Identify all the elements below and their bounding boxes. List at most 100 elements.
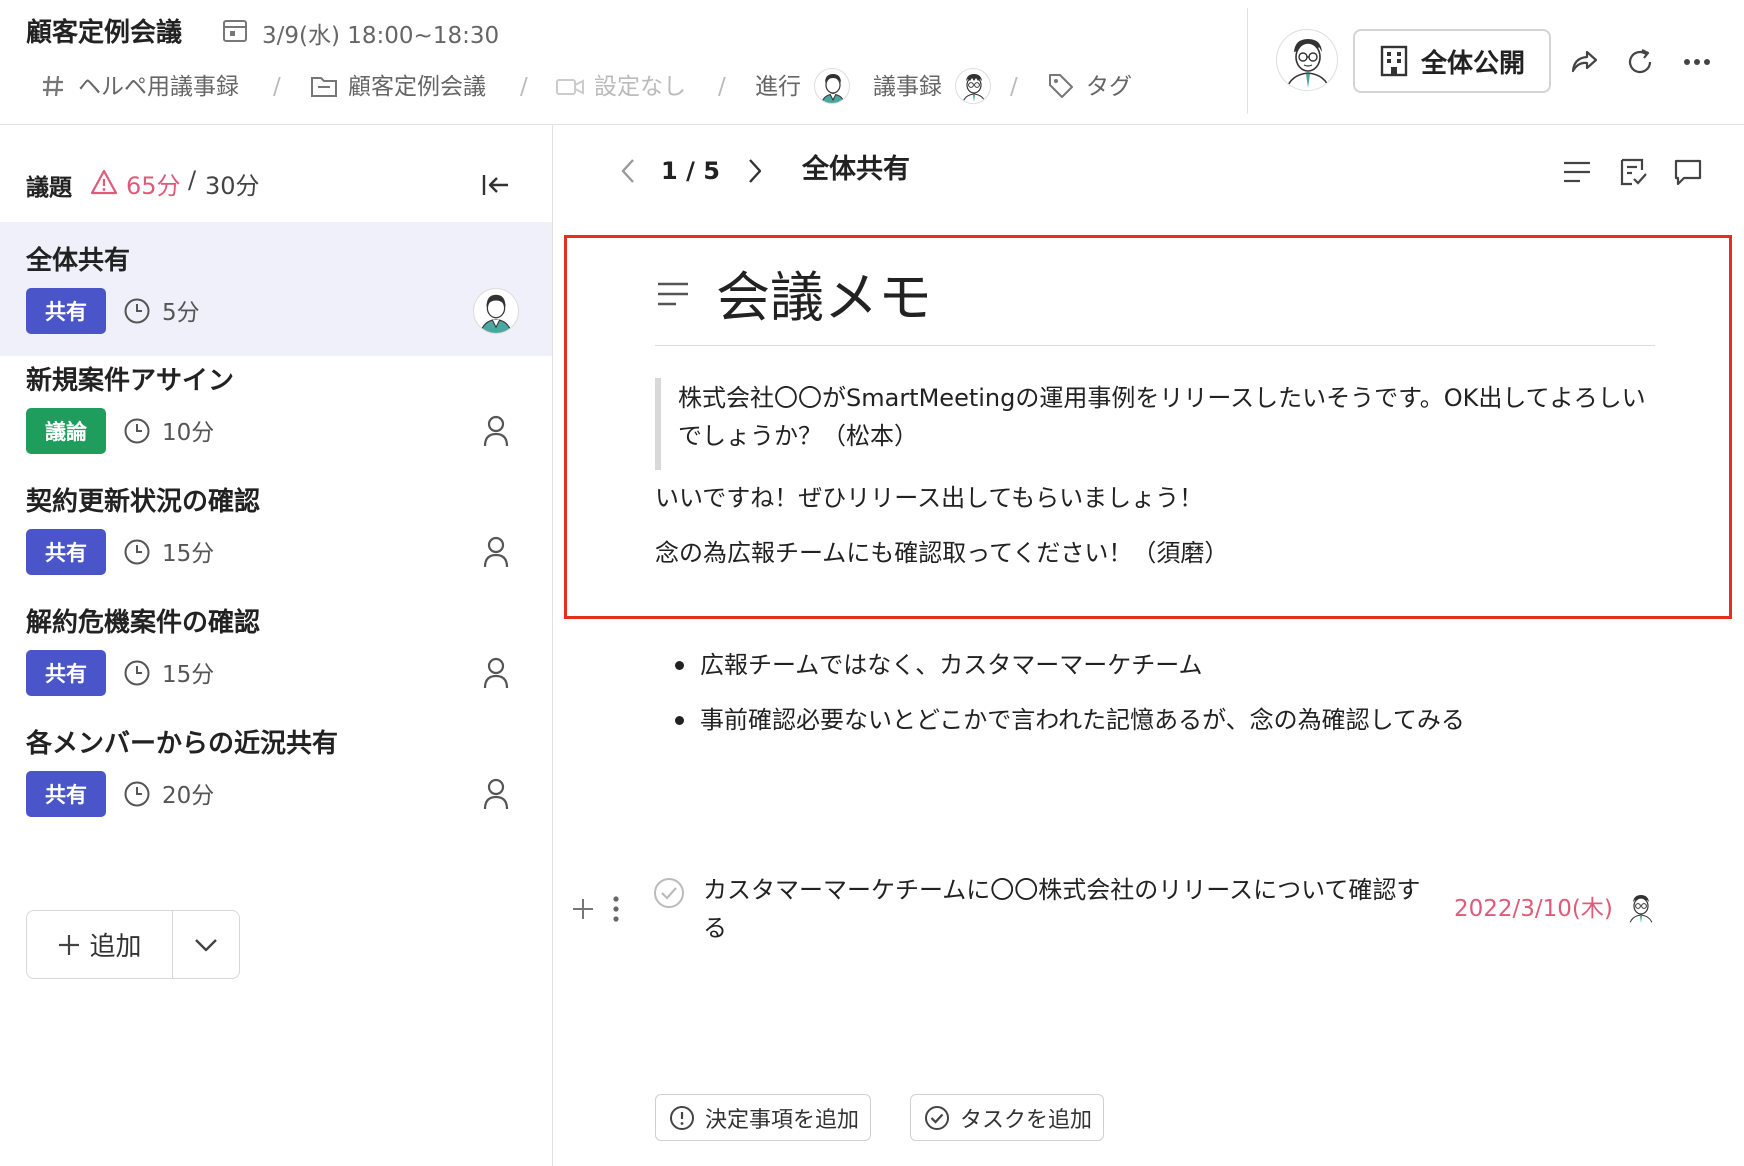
- share-button[interactable]: [1564, 42, 1604, 82]
- clock-icon: [123, 417, 151, 445]
- warning-icon: [90, 169, 118, 195]
- minutes-label[interactable]: 議事録: [873, 70, 942, 104]
- breadcrumb-separator: /: [1010, 74, 1018, 100]
- add-agenda-dropdown-button[interactable]: [173, 911, 239, 978]
- topic-pager: 1 / 5: [661, 152, 720, 190]
- facilitator-label[interactable]: 進行: [755, 70, 801, 104]
- agenda-item[interactable]: 契約更新状況の確認 共有 15分: [0, 463, 552, 597]
- breadcrumb-separator: /: [718, 74, 726, 100]
- refresh-button[interactable]: [1620, 42, 1660, 82]
- memo-heading[interactable]: 会議メモ: [716, 263, 932, 333]
- chevron-right-icon: [747, 158, 763, 184]
- task-text[interactable]: カスタマーマーケチームに〇〇株式会社のリリースについて確認する: [703, 871, 1423, 947]
- add-task-label: タスクを追加: [960, 1107, 1093, 1133]
- alert-circle-icon: [669, 1105, 695, 1131]
- task-assignee-avatar[interactable]: [1623, 890, 1659, 926]
- visibility-public-button[interactable]: 全体公開: [1353, 29, 1551, 93]
- minutes-taker-avatar[interactable]: [955, 68, 991, 104]
- collapse-sidebar-button[interactable]: [478, 167, 514, 203]
- bullet-item[interactable]: 事前確認必要ないとどこかで言われた記憶あるが、念の為確認してみる: [675, 702, 1465, 738]
- agenda-item-duration: 5分: [162, 300, 200, 326]
- check-circle-icon: [924, 1105, 950, 1131]
- agenda-type-badge: 議論: [26, 408, 106, 454]
- agenda-item[interactable]: 新規案件アサイン 議論 10分: [0, 342, 552, 476]
- quote-bar: [655, 378, 661, 470]
- plus-icon: [571, 897, 595, 921]
- agenda-item-title: 契約更新状況の確認: [26, 487, 261, 517]
- clock-icon: [123, 297, 151, 325]
- memo-paragraph[interactable]: 念の為広報チームにも確認取ってください！（須磨）: [655, 535, 1228, 571]
- task-complete-checkbox[interactable]: [653, 877, 685, 909]
- add-block-button[interactable]: [567, 893, 599, 925]
- agenda-time-total: 30分: [205, 172, 260, 200]
- breadcrumb-folder[interactable]: 顧客定例会議: [348, 70, 486, 104]
- assignee-placeholder[interactable]: [473, 408, 519, 454]
- person-icon: [482, 536, 510, 568]
- add-agenda-button[interactable]: 追加: [27, 911, 173, 978]
- quote-text[interactable]: 株式会社〇〇がSmartMeetingの運用事例をリリースしたいそうです。OK出…: [678, 379, 1663, 455]
- bullet-text: 広報チームではなく、カスタマーマーケチーム: [700, 651, 1203, 679]
- calendar-icon: [222, 18, 248, 44]
- assignee-avatar[interactable]: [473, 288, 519, 334]
- share-icon: [1569, 48, 1599, 76]
- facilitator-avatar[interactable]: [814, 68, 850, 104]
- video-icon: [556, 77, 584, 97]
- next-topic-button[interactable]: [735, 151, 775, 191]
- add-decision-label: 決定事項を追加: [705, 1107, 860, 1133]
- agenda-item-duration: 15分: [162, 662, 215, 688]
- agenda-item[interactable]: 各メンバーからの近況共有 共有 20分: [0, 705, 552, 839]
- assignee-placeholder[interactable]: [473, 650, 519, 696]
- breadcrumb-separator: /: [520, 74, 528, 100]
- previous-topic-button[interactable]: [608, 151, 648, 191]
- agenda-sidebar: 議題 65分 / 30分 全体共有 共有 5分 新規案件アサイン 議論 10分 …: [0, 125, 553, 1166]
- agenda-label: 議題: [26, 175, 72, 201]
- add-decision-button[interactable]: 決定事項を追加: [655, 1094, 871, 1141]
- memo-divider: [655, 345, 1655, 346]
- pager-separator: /: [686, 157, 695, 185]
- more-icon: [1683, 58, 1711, 66]
- agenda-item-duration: 20分: [162, 783, 215, 809]
- memo-paragraph[interactable]: いいですね！ぜひリリース出してもらいましょう！: [655, 480, 1203, 516]
- hash-icon: [40, 73, 66, 99]
- building-icon: [1379, 45, 1409, 77]
- pager-total: 5: [703, 157, 720, 185]
- agenda-item[interactable]: 全体共有 共有 5分: [0, 222, 552, 356]
- meeting-title[interactable]: 顧客定例会議: [26, 12, 182, 49]
- meeting-datetime[interactable]: 3/9(水) 18:00~18:30: [262, 16, 499, 50]
- agenda-item-title: 新規案件アサイン: [26, 366, 235, 396]
- breadcrumb-channel[interactable]: ヘルペ用議事録: [78, 70, 239, 104]
- agenda-time-separator: /: [188, 166, 197, 194]
- vertical-dots-icon: [613, 896, 619, 922]
- task-due-date[interactable]: 2022/3/10(木): [1454, 893, 1613, 925]
- agenda-item-duration: 15分: [162, 541, 215, 567]
- assignee-placeholder[interactable]: [473, 771, 519, 817]
- main-content: 1 / 5 全体共有 会議メモ 株式会社〇〇がSmartMeetingの運用事例…: [554, 125, 1744, 1166]
- add-agenda-label: 追加: [89, 932, 142, 962]
- clock-icon: [123, 538, 151, 566]
- drag-handle[interactable]: [604, 893, 628, 925]
- comments-button[interactable]: [1666, 150, 1710, 194]
- chevron-left-icon: [620, 158, 636, 184]
- agenda-item[interactable]: 解約危機案件の確認 共有 15分: [0, 584, 552, 718]
- bullet-item[interactable]: 広報チームではなく、カスタマーマーケチーム: [675, 647, 1203, 683]
- add-task-button[interactable]: タスクを追加: [910, 1094, 1104, 1141]
- collapse-left-icon: [481, 172, 511, 198]
- chevron-down-icon: [194, 938, 218, 952]
- tag-icon: [1047, 72, 1075, 100]
- bullet-dot: [675, 715, 684, 725]
- more-options-button[interactable]: [1677, 42, 1717, 82]
- breadcrumb-tag[interactable]: タグ: [1086, 70, 1132, 104]
- refresh-icon: [1625, 47, 1655, 77]
- breadcrumb-video[interactable]: 設定なし: [594, 70, 686, 104]
- folder-icon: [310, 73, 338, 99]
- task-list-button[interactable]: [1611, 150, 1655, 194]
- user-avatar[interactable]: [1276, 29, 1338, 91]
- agenda-type-badge: 共有: [26, 771, 106, 817]
- assignee-placeholder[interactable]: [473, 529, 519, 575]
- agenda-type-badge: 共有: [26, 288, 106, 334]
- agenda-item-title: 各メンバーからの近況共有: [26, 729, 339, 759]
- clock-icon: [123, 780, 151, 808]
- checklist-icon: [1618, 157, 1648, 187]
- person-icon: [482, 657, 510, 689]
- outline-button[interactable]: [1555, 150, 1599, 194]
